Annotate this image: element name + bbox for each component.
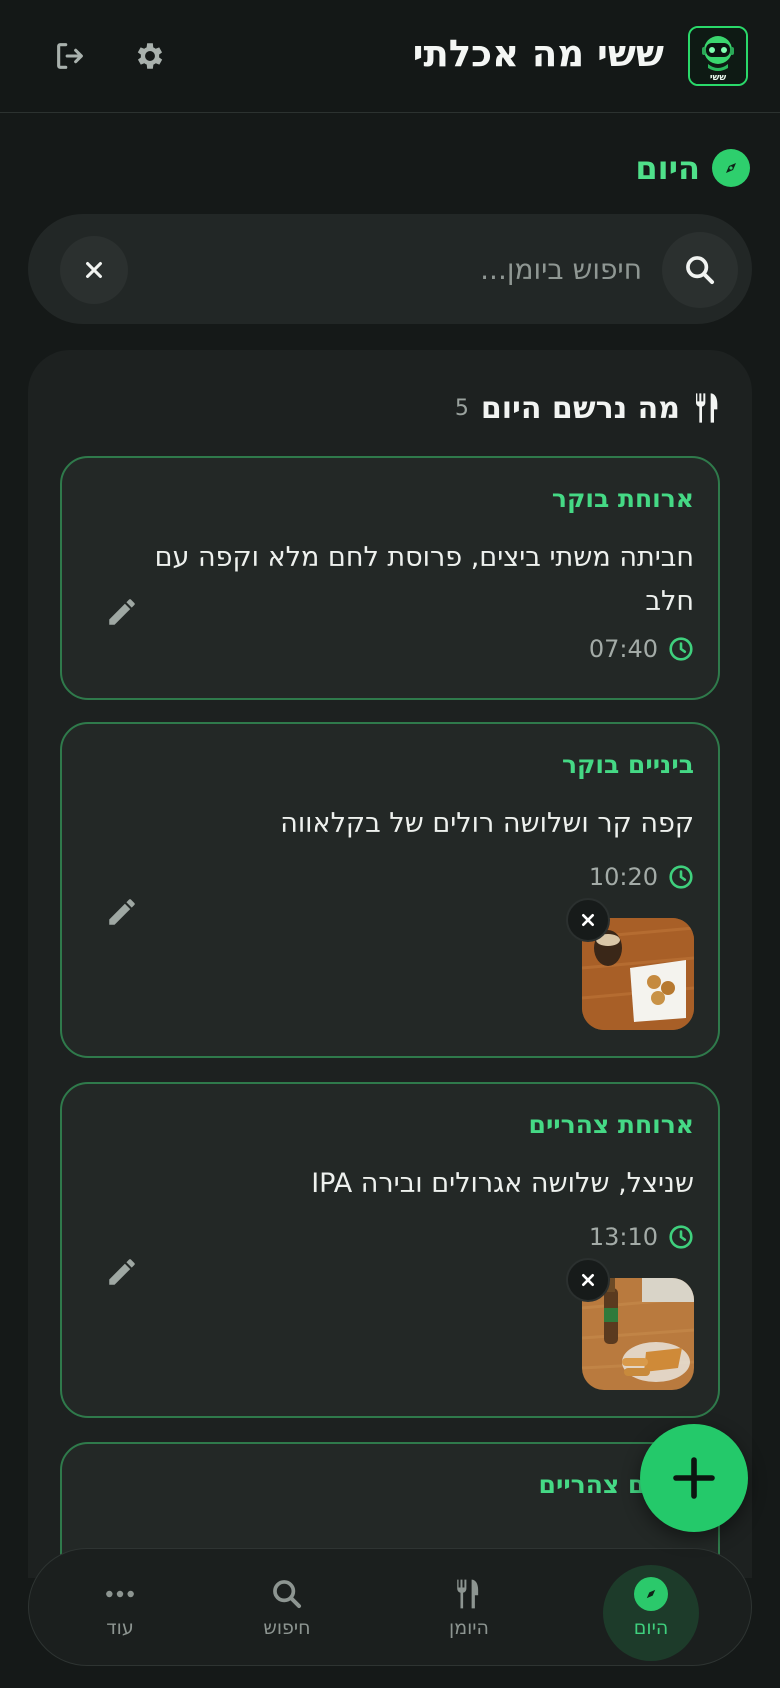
compass-icon xyxy=(634,1577,668,1611)
search-icon xyxy=(273,1580,302,1609)
meal-type: ביניים בוקר xyxy=(561,750,694,779)
meal-time-text: 07:40 xyxy=(588,635,658,663)
clock-icon xyxy=(669,865,693,889)
logo-caption: ששי xyxy=(709,73,727,83)
nav-label: עוד xyxy=(106,1617,134,1639)
section-title: היום xyxy=(635,144,750,192)
nav-item-more[interactable]: עוד xyxy=(65,1549,175,1667)
journal-search-input[interactable] xyxy=(182,244,642,294)
meal-description: חביתה משתי ביצים, פרוסת לחם מלא וקפה עם … xyxy=(154,542,694,617)
nav-item-journal[interactable]: היומן xyxy=(414,1549,524,1667)
nav-item-search[interactable]: חיפוש xyxy=(232,1549,342,1667)
entries-title: מה נרשם היום xyxy=(480,390,680,426)
entries-header: מה נרשם היום 5 xyxy=(455,386,724,430)
nav-label: היומן xyxy=(449,1617,489,1639)
utensils-icon xyxy=(457,1579,479,1609)
close-icon xyxy=(582,914,594,926)
remove-photo-button[interactable] xyxy=(566,898,610,942)
nav-item-today[interactable]: היום xyxy=(596,1549,706,1667)
edit-entry-button[interactable] xyxy=(102,1252,142,1292)
journal-search-bar xyxy=(28,214,752,324)
entries-count: 5 xyxy=(454,395,469,421)
meal-description: קפה קר ושלושה רולים של בקלאווה xyxy=(280,808,694,839)
logout-button[interactable] xyxy=(48,34,92,78)
meal-entry-card[interactable]: ארוחת בוקר חביתה משתי ביצים, פרוסת לחם מ… xyxy=(60,456,720,700)
bottom-nav: היום היומן חיפוש עוד xyxy=(28,1548,752,1666)
meal-time: 07:40 xyxy=(589,634,694,664)
meal-time-text: 13:10 xyxy=(588,1223,658,1251)
settings-button[interactable] xyxy=(128,34,172,78)
add-entry-button[interactable] xyxy=(640,1424,748,1532)
meal-time: 13:10 xyxy=(589,1222,694,1252)
meal-type: ארוחת בוקר xyxy=(551,484,694,513)
edit-entry-button[interactable] xyxy=(102,892,142,932)
meal-time-text: 10:20 xyxy=(588,863,658,891)
edit-entry-button[interactable] xyxy=(102,592,142,632)
meal-description: שניצל, שלושה אגרולים ובירה IPA xyxy=(311,1168,694,1199)
logout-icon xyxy=(57,43,83,69)
close-icon xyxy=(582,1274,594,1286)
close-icon xyxy=(86,262,102,278)
plus-icon xyxy=(673,1457,715,1499)
compass-icon xyxy=(712,149,750,187)
meal-time: 10:20 xyxy=(589,862,694,892)
pencil-icon xyxy=(109,899,135,925)
app-logo: ששי xyxy=(688,26,748,86)
nav-label: חיפוש xyxy=(263,1617,311,1639)
meal-entry-card[interactable]: ארוחת צהריים שניצל, שלושה אגרולים ובירה … xyxy=(60,1082,720,1418)
section-title-text: היום xyxy=(635,149,700,187)
pencil-icon xyxy=(109,1259,135,1285)
search-icon xyxy=(686,256,715,285)
app-header: ששי ששי מה אכלתי xyxy=(0,0,780,113)
clock-icon xyxy=(669,1225,693,1249)
clock-icon xyxy=(669,637,693,661)
search-button[interactable] xyxy=(662,232,738,308)
settings-gear-icon xyxy=(137,43,163,69)
app-title: ששי מה אכלתי xyxy=(412,32,664,75)
remove-photo-button[interactable] xyxy=(566,1258,610,1302)
clear-search-button[interactable] xyxy=(60,236,128,304)
more-dots-icon xyxy=(106,1590,134,1598)
nav-label: היום xyxy=(633,1617,669,1639)
pencil-icon xyxy=(109,599,135,625)
meal-entry-card[interactable]: ביניים בוקר קפה קר ושלושה רולים של בקלאו… xyxy=(60,722,720,1058)
utensils-icon xyxy=(695,393,718,423)
meal-type: ארוחת צהריים xyxy=(528,1110,694,1139)
